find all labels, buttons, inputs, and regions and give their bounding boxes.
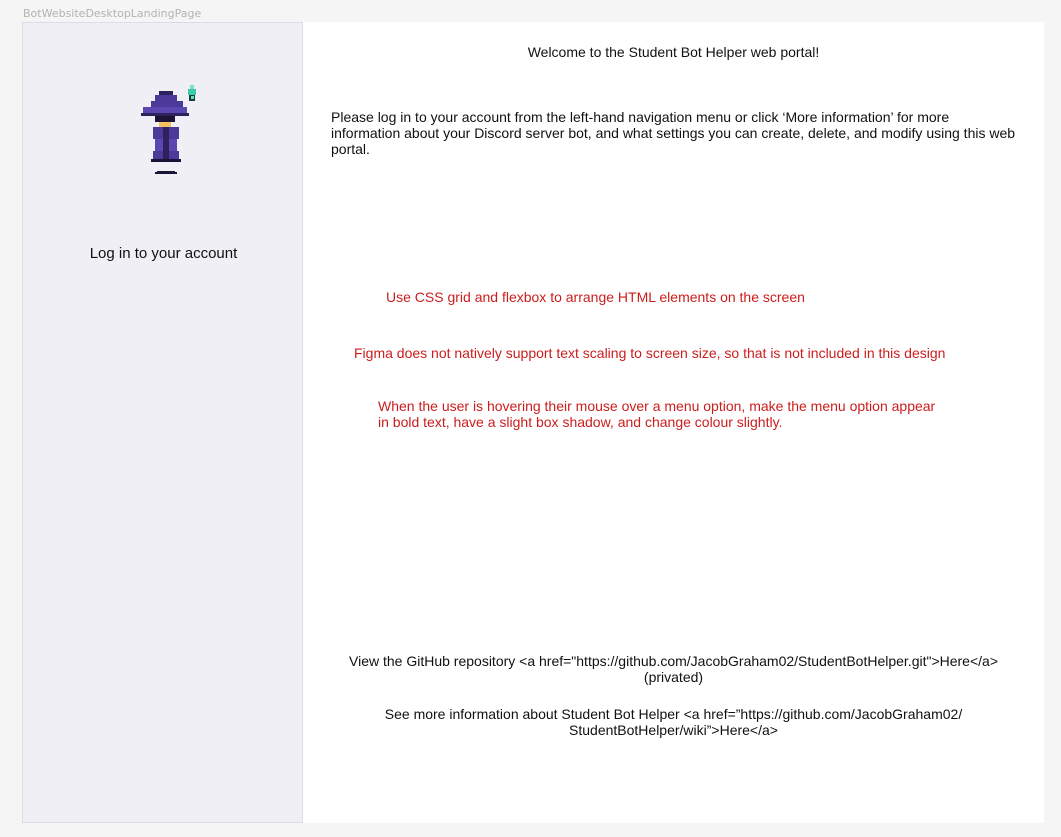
github-repository-line[interactable]: View the GitHub repository <a href="http… [303,653,1044,669]
more-information-line[interactable]: See more information about Student Bot H… [303,706,1044,722]
intro-text: Please log in to your account from the l… [331,109,1016,157]
more-information-line-continued[interactable]: StudentBotHelper/wiki”>Here</a> [303,722,1044,738]
page-title: Welcome to the Student Bot Helper web po… [527,44,820,60]
more-information-text: See more information about Student Bot H… [303,706,1044,738]
sidebar-navigation: Log in to your account [22,22,303,823]
wizard-bot-icon [133,83,213,188]
design-note-grid: Use CSS grid and flexbox to arrange HTML… [386,289,805,305]
github-privated-note: (privated) [643,669,704,685]
design-note-text-scaling: Figma does not natively support text sca… [354,345,946,361]
github-repository-text: View the GitHub repository <a href="http… [303,653,1044,685]
main-content: Welcome to the Student Bot Helper web po… [303,22,1044,823]
frame-label: BotWebsiteDesktopLandingPage [23,7,202,20]
login-link[interactable]: Log in to your account [23,245,304,262]
design-note-hover: When the user is hovering their mouse ov… [378,398,936,430]
landing-page-frame: Log in to your account Welcome to the St… [22,22,1044,823]
